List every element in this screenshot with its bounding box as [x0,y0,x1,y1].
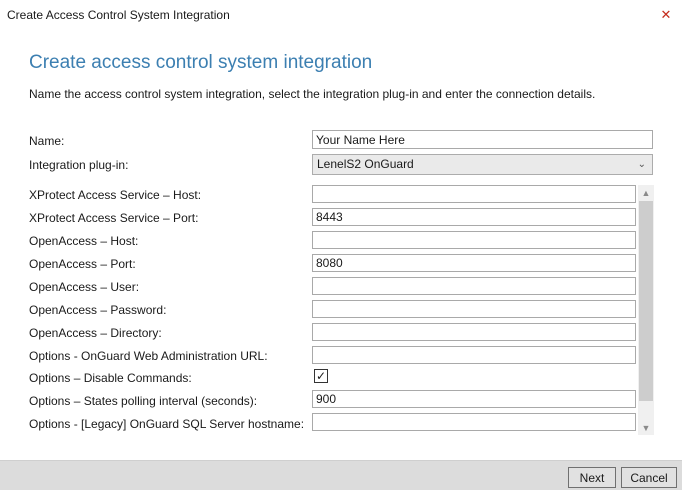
openaccess-user-label: OpenAccess – User: [29,280,140,294]
openaccess-user-input[interactable] [312,277,636,295]
sql-hostname-label: Options - [Legacy] OnGuard SQL Server ho… [29,417,305,431]
chevron-down-icon: ⌄ [637,159,646,170]
disable-commands-label: Options – Disable Commands: [29,371,192,385]
sql-hostname-input[interactable] [312,413,636,431]
scrollbar-thumb[interactable] [639,201,653,401]
plugin-label: Integration plug-in: [29,158,129,172]
web-admin-url-label: Options - OnGuard Web Administration URL… [29,349,268,363]
xprotect-port-input[interactable] [312,208,636,226]
window-title: Create Access Control System Integration [7,8,230,22]
openaccess-port-input[interactable] [312,254,636,272]
web-admin-url-input[interactable] [312,346,636,364]
cancel-button[interactable]: Cancel [621,467,677,488]
openaccess-directory-label: OpenAccess – Directory: [29,326,162,340]
plugin-select[interactable]: LenelS2 OnGuard ⌄ [312,154,653,175]
name-input[interactable] [312,130,653,149]
scroll-up-icon[interactable]: ▲ [638,185,654,200]
openaccess-password-label: OpenAccess – Password: [29,303,167,317]
openaccess-port-label: OpenAccess – Port: [29,257,136,271]
name-label: Name: [29,134,65,148]
next-button[interactable]: Next [568,467,616,488]
xprotect-host-input[interactable] [312,185,636,203]
dialog-window: Create Access Control System Integration… [0,0,682,490]
page-heading: Create access control system integration [29,52,373,73]
title-bar: Create Access Control System Integration… [0,0,682,30]
openaccess-host-label: OpenAccess – Host: [29,234,139,248]
xprotect-port-label: XProtect Access Service – Port: [29,211,199,225]
polling-interval-input[interactable] [312,390,636,408]
polling-interval-label: Options – States polling interval (secon… [29,394,258,408]
checkmark-icon: ✓ [315,369,327,383]
settings-scrollbar[interactable]: ▲ ▼ [638,185,654,435]
openaccess-directory-input[interactable] [312,323,636,341]
disable-commands-checkbox[interactable]: ✓ [314,369,328,383]
page-description: Name the access control system integrati… [29,87,596,101]
plugin-selected-value: LenelS2 OnGuard [317,157,414,171]
close-icon[interactable]: ✕ [657,6,675,24]
scroll-down-icon[interactable]: ▼ [638,420,654,435]
dialog-footer: Next Cancel [0,460,682,490]
openaccess-host-input[interactable] [312,231,636,249]
openaccess-password-input[interactable] [312,300,636,318]
xprotect-host-label: XProtect Access Service – Host: [29,188,202,202]
